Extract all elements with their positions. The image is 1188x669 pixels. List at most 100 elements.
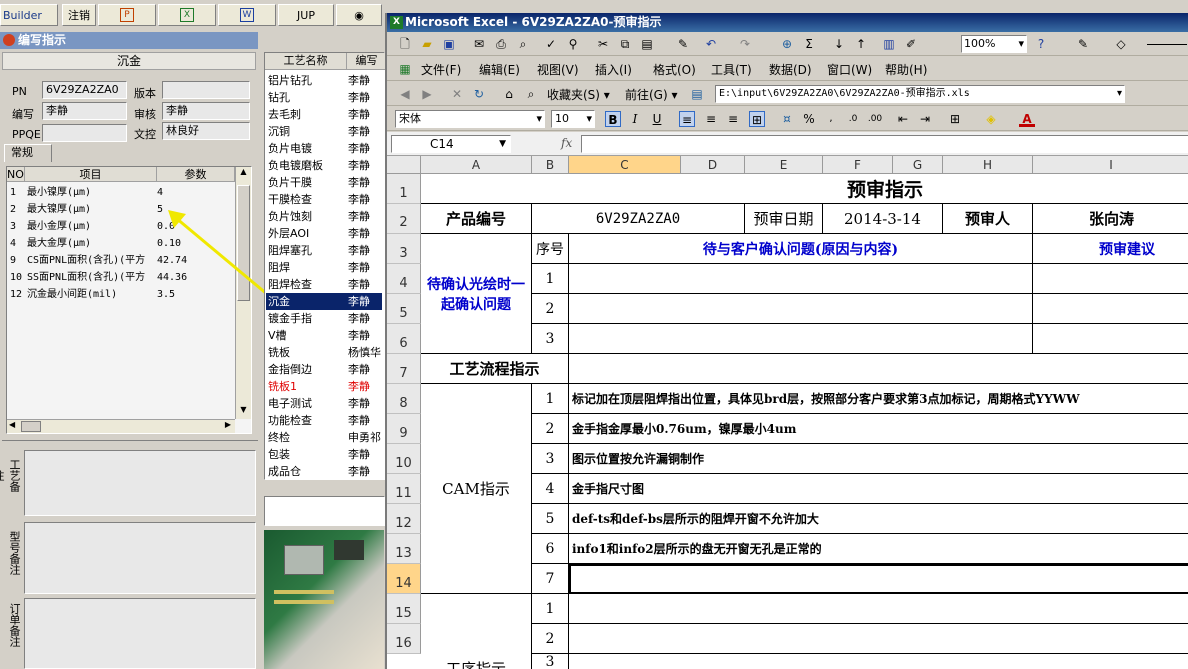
row-header-5[interactable]: 5 bbox=[387, 294, 421, 324]
autosum-icon[interactable]: Σ bbox=[801, 36, 817, 52]
process-row[interactable]: 沉金 李静 bbox=[266, 293, 382, 310]
cam-text[interactable]: 标记加在顶层阻焊指出位置，具体见brd层，按照部分客户要求第3点加标记，周期格式… bbox=[569, 384, 1188, 414]
menu-format[interactable]: 格式(O) bbox=[653, 61, 696, 78]
p-num-1[interactable]: 1 bbox=[532, 594, 569, 624]
process-input[interactable] bbox=[264, 496, 385, 526]
font-size-select[interactable]: 10 ▾ bbox=[551, 110, 595, 128]
process-row[interactable]: V槽 李静 bbox=[266, 327, 382, 344]
excel-icon[interactable]: X bbox=[158, 4, 216, 26]
zoom-select[interactable]: 100% ▾ bbox=[961, 35, 1027, 53]
address-field[interactable]: E:\input\6V29ZA2ZA0\6V29ZA2ZA0-预审指示.xls ▾ bbox=[715, 85, 1125, 103]
cam-num[interactable]: 1 bbox=[532, 384, 569, 414]
open-icon[interactable]: ▰ bbox=[419, 36, 435, 52]
docctrl-field[interactable]: 林良好 bbox=[162, 122, 250, 140]
q-num-2[interactable]: 2 bbox=[532, 294, 569, 324]
name-box[interactable]: C14 ▼ bbox=[391, 135, 511, 153]
process-row[interactable]: 去毛刺 李静 bbox=[266, 106, 382, 123]
row-header-10[interactable]: 10 bbox=[387, 444, 421, 474]
eye-icon[interactable]: ◉ bbox=[336, 4, 382, 26]
increase-decimal-icon[interactable]: .0 bbox=[845, 111, 861, 127]
menu-data[interactable]: 数据(D) bbox=[769, 61, 812, 78]
preview-icon[interactable]: ⌕ bbox=[515, 36, 531, 52]
reviewer-label-cell[interactable]: 预审人 bbox=[943, 204, 1033, 234]
seq-header[interactable]: 序号 bbox=[532, 234, 569, 264]
favorites-menu[interactable]: 收藏夹(S) ▾ bbox=[547, 86, 610, 103]
reviewer-value-cell[interactable]: 张向涛 bbox=[1033, 204, 1188, 234]
s-cell-2[interactable] bbox=[1033, 294, 1188, 324]
align-center-icon[interactable]: ≡ bbox=[703, 111, 719, 127]
row-header-8[interactable]: 8 bbox=[387, 384, 421, 414]
cam-text[interactable]: def-ts和def-bs层所示的阻焊开窗不允许加大 bbox=[569, 504, 1188, 534]
version-field[interactable] bbox=[162, 81, 250, 99]
process-note-field[interactable] bbox=[24, 450, 256, 516]
col-header-h[interactable]: H bbox=[943, 156, 1033, 174]
col-param[interactable]: 参数 bbox=[157, 167, 235, 182]
sort-desc-icon[interactable]: ↑ bbox=[853, 36, 869, 52]
refresh-icon[interactable]: ↻ bbox=[471, 86, 487, 102]
p-cell-2[interactable] bbox=[569, 624, 1188, 654]
sort-asc-icon[interactable]: ↓ bbox=[831, 36, 847, 52]
row-header-14[interactable]: 14 bbox=[387, 564, 421, 594]
research-icon[interactable]: ⚲ bbox=[565, 36, 581, 52]
col-header-c[interactable]: C bbox=[569, 156, 681, 174]
menu-edit[interactable]: 编辑(E) bbox=[479, 61, 520, 78]
eraser-icon[interactable]: ◇ bbox=[1113, 36, 1129, 52]
font-name-select[interactable]: 宋体 ▾ bbox=[395, 110, 545, 128]
tab-general[interactable]: 常规 bbox=[4, 144, 52, 162]
review-date-value[interactable]: 2014-3-14 bbox=[823, 204, 943, 234]
menu-help[interactable]: 帮助(H) bbox=[885, 61, 927, 78]
process-row[interactable]: 干膜检查 李静 bbox=[266, 191, 382, 208]
cam-text[interactable]: 图示位置按允许漏铜制作 bbox=[569, 444, 1188, 474]
flow-value-cell[interactable] bbox=[569, 354, 1188, 384]
word-icon[interactable]: W bbox=[218, 4, 276, 26]
cam-num[interactable]: 5 bbox=[532, 504, 569, 534]
help-icon[interactable]: ? bbox=[1033, 36, 1049, 52]
process-row[interactable]: 包装 李静 bbox=[266, 446, 382, 463]
undo-icon[interactable]: ↶ bbox=[703, 36, 719, 52]
copy-icon[interactable]: ⧉ bbox=[617, 36, 633, 52]
model-note-field[interactable] bbox=[24, 522, 256, 594]
process-row[interactable]: 阻焊塞孔 李静 bbox=[266, 242, 382, 259]
process-row[interactable]: 镀金手指 李静 bbox=[266, 310, 382, 327]
permission-icon[interactable]: ✉ bbox=[471, 36, 487, 52]
col-process-name[interactable]: 工艺名称 bbox=[265, 53, 347, 70]
ppqe-field[interactable] bbox=[42, 124, 127, 142]
row-header-15[interactable]: 15 bbox=[387, 594, 421, 624]
fill-color-icon[interactable]: ◈ bbox=[983, 111, 999, 127]
forward-icon[interactable]: ▶ bbox=[419, 86, 435, 102]
col-process-author[interactable]: 编写 bbox=[347, 53, 387, 70]
cam-text[interactable] bbox=[569, 564, 1188, 594]
product-no-value[interactable]: 6V29ZA2ZA0 bbox=[532, 204, 745, 234]
row-header-11[interactable]: 11 bbox=[387, 474, 421, 504]
process-row[interactable]: 铣板 杨慎华 bbox=[266, 344, 382, 361]
workbook-icon[interactable]: ▦ bbox=[397, 61, 413, 77]
col-header-i[interactable]: I bbox=[1033, 156, 1188, 174]
redo-icon[interactable]: ↷ bbox=[737, 36, 753, 52]
function-icon[interactable]: fx bbox=[561, 136, 572, 150]
q-num-1[interactable]: 1 bbox=[532, 264, 569, 294]
row-header-6[interactable]: 6 bbox=[387, 324, 421, 354]
menu-file[interactable]: 文件(F) bbox=[421, 61, 461, 78]
edit-icon[interactable]: ✎ bbox=[1075, 36, 1091, 52]
print-icon[interactable]: ⎙ bbox=[493, 36, 509, 52]
formula-input[interactable] bbox=[581, 135, 1188, 153]
underline-button[interactable]: U bbox=[649, 111, 665, 127]
process-row[interactable]: 沉铜 李静 bbox=[266, 123, 382, 140]
menu-view[interactable]: 视图(V) bbox=[537, 61, 579, 78]
col-header-a[interactable]: A bbox=[421, 156, 532, 174]
back-icon[interactable]: ◀ bbox=[397, 86, 413, 102]
p-num-3[interactable]: 3 bbox=[532, 654, 569, 669]
process-row[interactable]: 外层AOI 李静 bbox=[266, 225, 382, 242]
builder-button[interactable]: Builder bbox=[0, 4, 58, 26]
menu-tools[interactable]: 工具(T) bbox=[711, 61, 752, 78]
process-row[interactable]: 终检 申勇祁 bbox=[266, 429, 382, 446]
row-header-7[interactable]: 7 bbox=[387, 354, 421, 384]
process-row[interactable]: 阻焊检查 李静 bbox=[266, 276, 382, 293]
paste-icon[interactable]: ▤ bbox=[639, 36, 655, 52]
col-header-d[interactable]: D bbox=[681, 156, 745, 174]
row-header-9[interactable]: 9 bbox=[387, 414, 421, 444]
currency-icon[interactable]: ¤ bbox=[779, 111, 795, 127]
search-web-icon[interactable]: ⌕ bbox=[523, 86, 539, 102]
logout-button[interactable]: 注销 bbox=[62, 4, 96, 26]
col-no[interactable]: NO bbox=[7, 167, 25, 182]
